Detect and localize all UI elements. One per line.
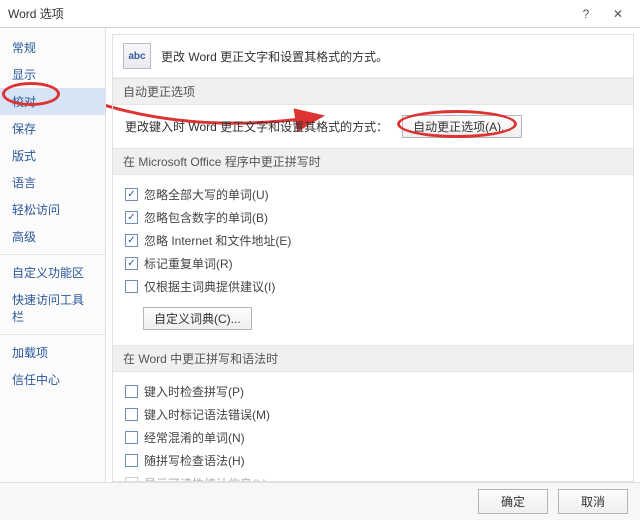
sidebar-item-layout[interactable]: 版式 [0, 142, 105, 169]
custom-dictionaries-button[interactable]: 自定义词典(C)... [143, 307, 252, 330]
section-autocorrect-title: 自动更正选项 [113, 78, 633, 105]
autocorrect-options-button[interactable]: 自动更正选项(A)... [402, 115, 522, 138]
sidebar-item-ribbon[interactable]: 自定义功能区 [0, 259, 105, 286]
checkbox-ignore-urls[interactable]: ✓ [125, 234, 138, 247]
checkbox-readability [125, 477, 138, 482]
sidebar-item-trust[interactable]: 信任中心 [0, 366, 105, 393]
section-office-spell-title: 在 Microsoft Office 程序中更正拼写时 [113, 148, 633, 175]
checkbox-label: 随拼写检查语法(H) [144, 452, 245, 469]
checkbox-spellcheck-typing[interactable] [125, 385, 138, 398]
autocorrect-desc: 更改键入时 Word 更正文字和设置其格式的方式： [125, 118, 388, 135]
checkbox-label: 忽略 Internet 和文件地址(E) [144, 232, 291, 249]
sidebar-item-qat[interactable]: 快速访问工具栏 [0, 286, 105, 330]
sidebar-divider [0, 254, 105, 255]
sidebar-nav: 常规 显示 校对 保存 版式 语言 轻松访问 高级 自定义功能区 快速访问工具栏… [0, 28, 106, 482]
checkbox-label: 忽略包含数字的单词(B) [144, 209, 268, 226]
checkbox-ignore-numbers[interactable]: ✓ [125, 211, 138, 224]
section-word-spell-title: 在 Word 中更正拼写和语法时 [113, 345, 633, 372]
close-button[interactable]: ✕ [602, 3, 634, 25]
checkbox-label: 仅根据主词典提供建议(I) [144, 278, 275, 295]
ok-button[interactable]: 确定 [478, 489, 548, 514]
checkbox-label: 键入时检查拼写(P) [144, 383, 244, 400]
checkbox-label: 经常混淆的单词(N) [144, 429, 245, 446]
sidebar-item-advanced[interactable]: 高级 [0, 223, 105, 250]
sidebar-item-display[interactable]: 显示 [0, 61, 105, 88]
cancel-button[interactable]: 取消 [558, 489, 628, 514]
checkbox-label: 显示可读性统计信息(L) [144, 475, 267, 482]
checkbox-flag-repeated[interactable]: ✓ [125, 257, 138, 270]
sidebar-item-general[interactable]: 常规 [0, 34, 105, 61]
help-button[interactable]: ? [570, 3, 602, 25]
checkbox-label: 键入时标记语法错误(M) [144, 406, 270, 423]
sidebar-item-proofing[interactable]: 校对 [0, 88, 105, 115]
window-title: Word 选项 [8, 5, 570, 22]
checkbox-ignore-uppercase[interactable]: ✓ [125, 188, 138, 201]
checkbox-grammar-with-spell[interactable] [125, 454, 138, 467]
checkbox-label: 忽略全部大写的单词(U) [144, 186, 269, 203]
sidebar-item-save[interactable]: 保存 [0, 115, 105, 142]
sidebar-item-addins[interactable]: 加载项 [0, 339, 105, 366]
sidebar-divider [0, 334, 105, 335]
checkbox-label: 标记重复单词(R) [144, 255, 233, 272]
checkbox-confused-words[interactable] [125, 431, 138, 444]
sidebar-item-accessibility[interactable]: 轻松访问 [0, 196, 105, 223]
page-summary: 更改 Word 更正文字和设置其格式的方式。 [161, 48, 388, 65]
sidebar-item-language[interactable]: 语言 [0, 169, 105, 196]
checkbox-main-dict-only[interactable] [125, 280, 138, 293]
proofing-icon: abc [123, 43, 151, 69]
checkbox-grammar-typing[interactable] [125, 408, 138, 421]
